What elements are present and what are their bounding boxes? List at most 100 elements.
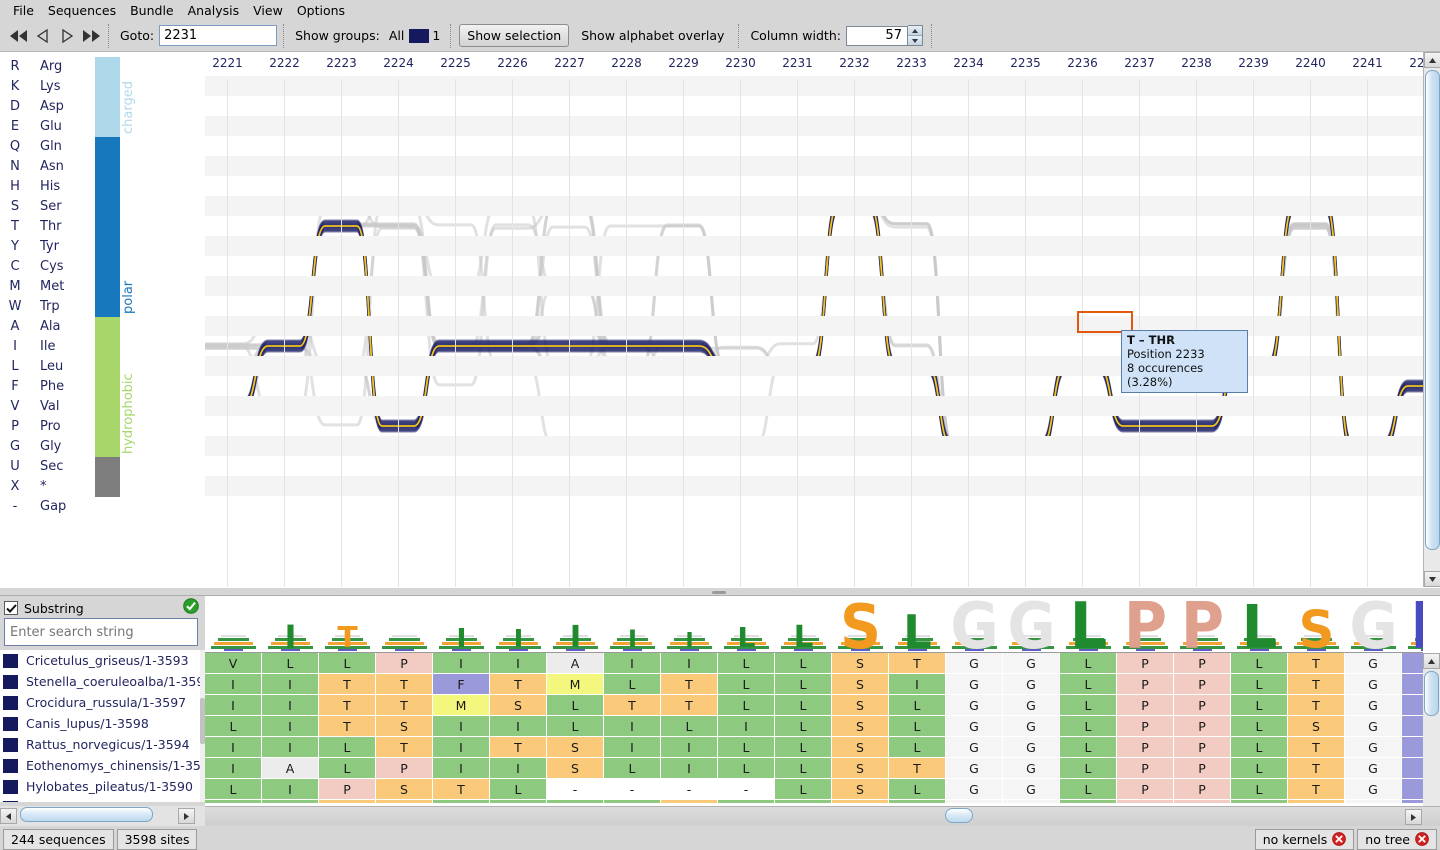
legend-residue-row[interactable]: G Gly — [0, 436, 61, 456]
alignment-cell[interactable]: - — [604, 779, 660, 799]
alignment-cell[interactable]: F — [1402, 737, 1423, 757]
legend-residue-row[interactable]: D Asp — [0, 96, 64, 116]
ok-check-icon[interactable] — [183, 598, 199, 618]
alignment-cell[interactable]: I — [661, 653, 717, 673]
column-number[interactable]: 2240 — [1282, 56, 1339, 70]
alignment-cell[interactable]: S — [376, 779, 432, 799]
status-kernels[interactable]: no kernels — [1254, 828, 1355, 850]
alignment-cell[interactable]: L — [889, 779, 945, 799]
logo-column[interactable]: L — [775, 596, 832, 653]
column-number[interactable]: 2239 — [1225, 56, 1282, 70]
alignment-cell[interactable]: I — [205, 674, 261, 694]
alignment-cell[interactable]: G — [1003, 695, 1059, 715]
alignment-cell[interactable]: M — [433, 695, 489, 715]
logo-column[interactable]: L — [718, 596, 775, 653]
group-color-swatch[interactable] — [409, 28, 430, 43]
alignment-cell[interactable]: S — [832, 653, 888, 673]
alignment-cell[interactable]: S — [832, 716, 888, 736]
alignment-cell[interactable]: P — [1117, 716, 1173, 736]
alignment-cell[interactable]: G — [1345, 779, 1401, 799]
spinner-down-icon[interactable] — [907, 35, 922, 45]
alignment-cell[interactable]: L — [1231, 653, 1287, 673]
logo-column[interactable]: L — [1231, 596, 1288, 653]
menu-options[interactable]: Options — [290, 1, 352, 20]
alignment-cell[interactable]: F — [1402, 716, 1423, 736]
plot-vertical-scrollbar[interactable] — [1423, 52, 1440, 587]
table-row[interactable]: IITTFTMLTLLSIGGLPPLTGF — [205, 674, 1423, 695]
alignment-cell[interactable]: L — [718, 695, 774, 715]
alignment-cell[interactable]: L — [262, 653, 318, 673]
goto-input[interactable] — [159, 25, 278, 46]
residue-group-block[interactable] — [95, 457, 120, 497]
alignment-cell[interactable]: I — [262, 695, 318, 715]
logo-column[interactable]: I — [661, 596, 718, 653]
alignment-cell[interactable]: T — [1288, 758, 1344, 778]
panel-splitter[interactable] — [0, 587, 1440, 596]
alignment-cell[interactable]: L — [1060, 758, 1116, 778]
logo-column[interactable]: I — [547, 596, 604, 653]
alignment-cell[interactable]: L — [775, 779, 831, 799]
column-number[interactable]: 2228 — [598, 56, 655, 70]
alignment-cell[interactable]: P — [1174, 758, 1230, 778]
alignment-cell[interactable]: L — [205, 716, 261, 736]
alignment-cell[interactable]: I — [490, 653, 546, 673]
alignment-cell[interactable]: T — [433, 779, 489, 799]
legend-residue-row[interactable]: F Phe — [0, 376, 64, 396]
table-row[interactable]: LITSIILILILSLGGLPPLSGF — [205, 716, 1423, 737]
column-width-spinner[interactable] — [907, 25, 923, 46]
legend-residue-row[interactable]: I Ile — [0, 336, 55, 356]
alignment-cell[interactable]: - — [661, 779, 717, 799]
alignment-cell[interactable]: T — [376, 800, 432, 803]
menu-view[interactable]: View — [246, 1, 290, 20]
alignment-cell[interactable]: T — [1288, 779, 1344, 799]
alignment-cell[interactable]: L — [1231, 800, 1287, 803]
table-row[interactable]: IITTMSLTTLLSLGGLPPLTGF — [205, 695, 1423, 716]
alignment-cell[interactable]: I — [262, 800, 318, 803]
column-number[interactable]: 2226 — [484, 56, 541, 70]
scroll-down-icon[interactable] — [1424, 571, 1440, 587]
alignment-cell[interactable]: L — [547, 695, 603, 715]
plot-scroll-thumb[interactable] — [1425, 70, 1440, 550]
list-item[interactable]: Canis_lupus/1-3598 — [0, 713, 200, 734]
alignment-cell[interactable]: L — [1231, 779, 1287, 799]
logo-column[interactable] — [376, 596, 433, 653]
alignment-cell[interactable]: S — [547, 758, 603, 778]
alignment-cell[interactable]: T — [661, 800, 717, 803]
alignment-cell[interactable]: P — [1117, 737, 1173, 757]
alignment-cell[interactable]: T — [889, 758, 945, 778]
alignment-cell[interactable]: S — [832, 800, 888, 803]
alignment-cell[interactable]: I — [661, 758, 717, 778]
alignment-cell[interactable]: L — [775, 674, 831, 694]
alignment-cell[interactable]: P — [1117, 758, 1173, 778]
alignment-cell[interactable]: L — [1231, 716, 1287, 736]
scroll-up-icon[interactable] — [1424, 52, 1440, 68]
alignment-cell[interactable]: L — [775, 716, 831, 736]
alignment-cell[interactable]: A — [547, 653, 603, 673]
column-number[interactable]: 2237 — [1111, 56, 1168, 70]
column-number[interactable]: 2221 — [205, 56, 256, 70]
alignment-cell[interactable]: G — [1003, 758, 1059, 778]
logo-column[interactable]: L — [1060, 596, 1117, 653]
alignment-cell[interactable]: L — [547, 716, 603, 736]
legend-residue-row[interactable]: N Asn — [0, 156, 64, 176]
alignment-cell[interactable]: L — [319, 737, 375, 757]
legend-residue-row[interactable]: Y Tyr — [0, 236, 59, 256]
logo-column[interactable]: S — [832, 596, 889, 653]
alignment-cell[interactable]: G — [946, 716, 1002, 736]
alignment-cell[interactable]: L — [1231, 674, 1287, 694]
alignment-cell[interactable]: T — [319, 716, 375, 736]
play-backward-icon[interactable] — [32, 25, 54, 47]
alignment-cell[interactable]: L — [718, 737, 774, 757]
alignment-cell[interactable]: S — [1288, 716, 1344, 736]
alignment-cell[interactable]: G — [1003, 737, 1059, 757]
alignment-cell[interactable]: I — [718, 716, 774, 736]
alignment-cell[interactable]: I — [433, 758, 489, 778]
alignment-cell[interactable]: G — [1003, 674, 1059, 694]
alignment-cell[interactable]: I — [205, 695, 261, 715]
legend-residue-row[interactable]: V Val — [0, 396, 60, 416]
logo-column[interactable]: G — [946, 596, 1003, 653]
menu-file[interactable]: File — [6, 1, 41, 20]
residue-group-block[interactable] — [95, 317, 120, 457]
alignment-cell[interactable]: L — [604, 800, 660, 803]
legend-residue-row[interactable]: X * — [0, 476, 47, 496]
